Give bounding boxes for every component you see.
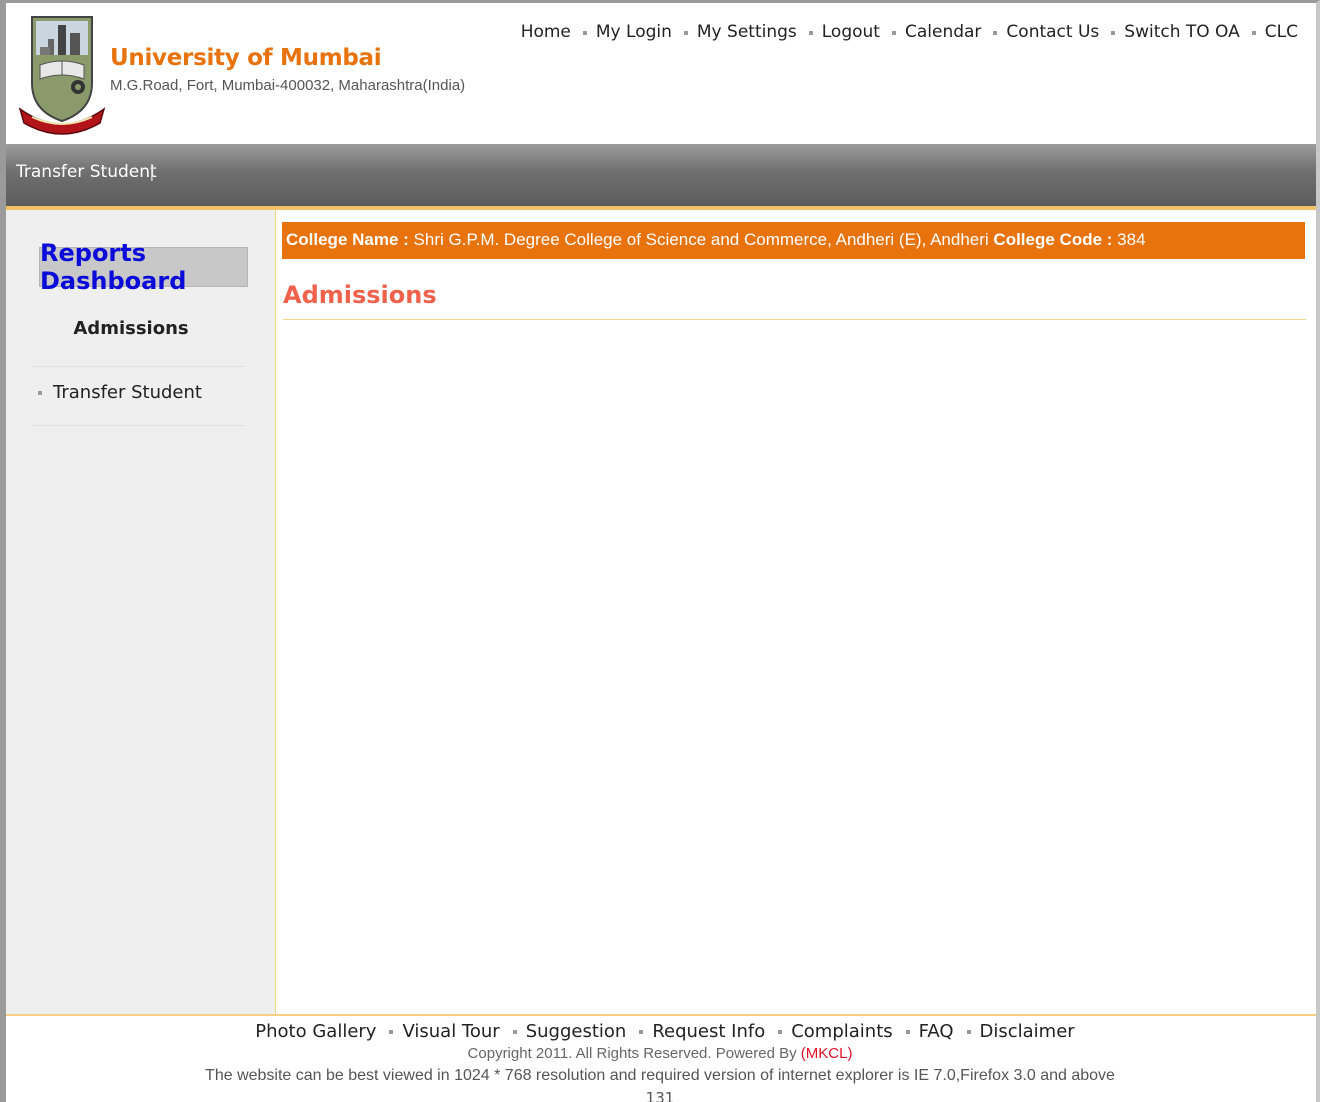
menu-bar: Transfer Student | bbox=[6, 144, 1316, 206]
nav-switch-to-oa-link[interactable]: Switch TO OA bbox=[1124, 22, 1240, 42]
nav-separator bbox=[808, 31, 813, 35]
copyright-text: Copyright 2011. All Rights Reserved. Pow… bbox=[467, 1045, 797, 1062]
nav-calendar-link[interactable]: Calendar bbox=[905, 22, 981, 42]
sidebar-item-label: Transfer Student bbox=[53, 382, 202, 403]
nav-separator bbox=[891, 31, 896, 35]
sidebar-heading: Admissions bbox=[73, 318, 189, 339]
nav-my-settings-link[interactable]: My Settings bbox=[697, 22, 797, 42]
nav-contact-us-link[interactable]: Contact Us bbox=[1006, 22, 1099, 42]
menubar-transfer-student[interactable]: Transfer Student bbox=[16, 162, 157, 182]
footer-separator bbox=[905, 1029, 910, 1034]
sidebar-item-transfer-student[interactable]: Transfer Student bbox=[38, 382, 202, 403]
college-name-label: College Name : bbox=[286, 230, 409, 249]
college-code-label: College Code : bbox=[993, 230, 1113, 249]
footer-separator bbox=[512, 1029, 517, 1034]
nav-logout-link[interactable]: Logout bbox=[822, 22, 880, 42]
site-header: University of Mumbai M.G.Road, Fort, Mum… bbox=[6, 3, 1316, 144]
nav-separator bbox=[582, 31, 587, 35]
footer-complaints-link[interactable]: Complaints bbox=[791, 1021, 892, 1042]
sidebar-divider bbox=[32, 366, 244, 367]
copyright-notice: Copyright 2011. All Rights Reserved. Pow… bbox=[0, 1045, 1320, 1062]
college-info-bar: College Name : Shri G.P.M. Degree Colleg… bbox=[282, 222, 1305, 259]
footer-disclaimer-link[interactable]: Disclaimer bbox=[980, 1021, 1075, 1042]
nav-my-login-link[interactable]: My Login bbox=[596, 22, 672, 42]
mkcl-link[interactable]: (MKCL) bbox=[801, 1045, 853, 1062]
reports-dashboard-button[interactable]: Reports Dashboard bbox=[39, 239, 248, 295]
page-title-divider bbox=[283, 319, 1306, 320]
menubar-separator: | bbox=[149, 162, 155, 182]
footer-separator bbox=[966, 1029, 971, 1034]
university-name[interactable]: University of Mumbai bbox=[110, 45, 382, 71]
footer-photo-gallery-link[interactable]: Photo Gallery bbox=[255, 1021, 376, 1042]
university-crest-icon[interactable] bbox=[18, 13, 106, 135]
sidebar-divider bbox=[32, 425, 244, 426]
top-navigation: Home My Login My Settings Logout Calenda… bbox=[521, 22, 1298, 42]
sidebar: Reports Dashboard Admissions Transfer St… bbox=[6, 210, 276, 1014]
nav-separator bbox=[1251, 31, 1256, 35]
footer-separator bbox=[778, 1029, 783, 1034]
footer-navigation: Photo Gallery Visual Tour Suggestion Req… bbox=[0, 1021, 1320, 1042]
bullet-icon bbox=[38, 390, 42, 395]
college-code-value: 384 bbox=[1117, 230, 1146, 249]
university-address: M.G.Road, Fort, Mumbai-400032, Maharasht… bbox=[110, 77, 466, 94]
footer-separator bbox=[639, 1029, 644, 1034]
footer-visual-tour-link[interactable]: Visual Tour bbox=[402, 1021, 499, 1042]
browser-requirements: The website can be best viewed in 1024 *… bbox=[205, 1067, 1115, 1084]
nav-separator bbox=[993, 31, 998, 35]
footer-divider bbox=[6, 1014, 1316, 1016]
college-name-value: Shri G.P.M. Degree College of Science an… bbox=[413, 230, 989, 249]
footer-separator bbox=[389, 1029, 394, 1034]
nav-separator bbox=[683, 31, 688, 35]
visitor-counter: 131 bbox=[645, 1089, 675, 1102]
footer-faq-link[interactable]: FAQ bbox=[919, 1021, 954, 1042]
page-title: Admissions bbox=[283, 281, 437, 309]
nav-clc-link[interactable]: CLC bbox=[1265, 22, 1298, 42]
footer-request-info-link[interactable]: Request Info bbox=[652, 1021, 765, 1042]
nav-home-link[interactable]: Home bbox=[521, 22, 571, 42]
footer-suggestion-link[interactable]: Suggestion bbox=[526, 1021, 627, 1042]
nav-separator bbox=[1111, 31, 1116, 35]
